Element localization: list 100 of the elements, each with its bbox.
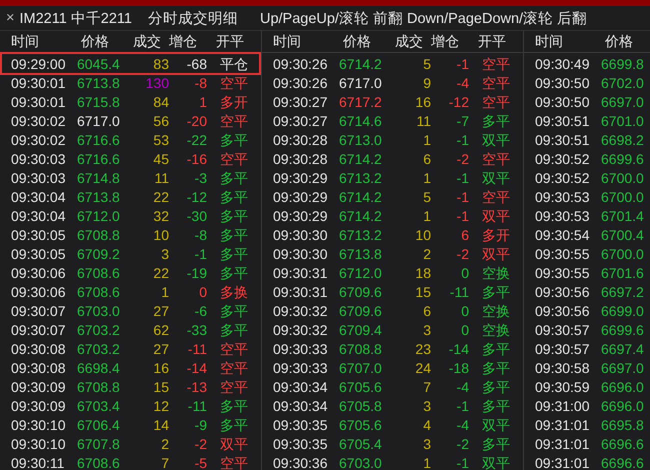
- price-cell-text: 6699.6: [601, 322, 645, 336]
- table-row[interactable]: 09:30:30 6713.8 2 -2 双平: [264, 244, 521, 263]
- table-row[interactable]: 09:30:27 6717.2 16 -12 空平: [264, 92, 521, 111]
- table-row[interactable]: 09:30:56 6697.2: [526, 282, 650, 301]
- open-interest-cell-text: -4: [456, 380, 469, 394]
- table-row[interactable]: 09:30:56 6699.0: [526, 301, 650, 320]
- time-cell-text: 09:30:34: [272, 398, 328, 412]
- table-row[interactable]: 09:30:07 6703.2 62 -33 多平: [2, 320, 259, 339]
- price-cell-text: 6700.0: [601, 190, 645, 204]
- table-row[interactable]: 09:30:57 6699.6: [526, 320, 650, 339]
- table-row[interactable]: 09:30:51 6698.2: [526, 130, 650, 149]
- table-row[interactable]: 09:30:33 6707.0 24 -18 多平: [264, 358, 521, 377]
- table-row[interactable]: 09:30:27 6714.6 11 -7 多平: [264, 111, 521, 130]
- trade-type-cell-text: 空平: [219, 456, 249, 470]
- table-row[interactable]: 09:30:36 6703.0 1 -1 双平: [264, 453, 521, 470]
- table-row[interactable]: 09:30:50 6697.0: [526, 92, 650, 111]
- trade-type-cell-text: 多平: [481, 436, 511, 450]
- table-row[interactable]: 09:31:01 6696.6: [526, 434, 650, 453]
- open-interest-cell-text: -1: [456, 208, 469, 222]
- table-row[interactable]: 09:30:05 6708.8 10 -8 多平: [2, 225, 259, 244]
- table-row[interactable]: 09:30:51 6701.0: [526, 111, 650, 130]
- table-row[interactable]: 09:30:34 6705.6 7 -4 多平: [264, 377, 521, 396]
- table-row[interactable]: 09:30:59 6696.0: [526, 377, 650, 396]
- time-cell-text: 09:30:03: [10, 170, 66, 184]
- open-interest-cell-text: 0: [460, 322, 469, 336]
- table-row[interactable]: 09:30:07 6703.0 27 -6 多平: [2, 301, 259, 320]
- table-row[interactable]: 09:30:02 6716.6 53 -22 多平: [2, 130, 259, 149]
- table-row[interactable]: 09:30:01 6715.8 84 1 多开: [2, 92, 259, 111]
- table-row[interactable]: 09:30:55 6701.6: [526, 263, 650, 282]
- column-header: 时间: [10, 32, 40, 50]
- table-row[interactable]: 09:30:54 6700.4: [526, 225, 650, 244]
- trade-type-cell-text: 多开: [481, 228, 511, 242]
- table-row[interactable]: 09:30:04 6712.0 32 -30 多平: [2, 206, 259, 225]
- table-row[interactable]: 09:30:50 6702.0: [526, 73, 650, 92]
- table-row[interactable]: 09:30:35 6705.4 3 -2 多平: [264, 434, 521, 453]
- table-row[interactable]: 09:30:28 6713.0 1 -1 双平: [264, 130, 521, 149]
- table-row[interactable]: 09:30:29 6714.2 5 -1 空平: [264, 187, 521, 206]
- table-row[interactable]: 09:30:57 6697.4: [526, 339, 650, 358]
- price-cell-text: 6045.4: [77, 56, 121, 70]
- volume-cell-text: 16: [414, 94, 431, 108]
- price-cell-text: 6714.2: [339, 208, 383, 222]
- table-row[interactable]: 09:30:01 6713.8 130 -8 空平: [2, 73, 259, 92]
- table-row[interactable]: 09:30:29 6713.2 1 -1 双平: [264, 168, 521, 187]
- trade-type-cell-text: 多平: [219, 246, 249, 260]
- volume-cell-text: 12: [152, 398, 169, 412]
- time-cell-text: 09:30:01: [10, 76, 66, 90]
- table-row[interactable]: 09:30:03 6716.6 45 -16 空平: [2, 149, 259, 168]
- table-row[interactable]: 09:30:06 6708.6 1 0 多换: [2, 282, 259, 301]
- table-row[interactable]: 09:29:00 6045.4 83 -68 平仓: [2, 54, 259, 73]
- price-cell-text: 6708.6: [77, 284, 121, 298]
- table-row[interactable]: 09:30:52 6699.6: [526, 149, 650, 168]
- table-row[interactable]: 09:30:11 6708.6 7 -5 空平: [2, 453, 259, 470]
- price-cell-text: 6703.0: [77, 304, 121, 318]
- time-cell-text: 09:30:53: [534, 190, 590, 204]
- table-row[interactable]: 09:31:00 6696.0: [526, 396, 650, 415]
- column-header: 时间: [272, 32, 302, 50]
- table-row[interactable]: 09:30:33 6708.8 23 -14 多平: [264, 339, 521, 358]
- table-row[interactable]: 09:30:32 6709.6 6 0 空换: [264, 301, 521, 320]
- price-cell-text: 6713.8: [339, 246, 383, 260]
- time-cell-text: 09:30:32: [272, 304, 328, 318]
- table-row[interactable]: 09:30:26 6714.2 5 -1 空平: [264, 54, 521, 73]
- table-row[interactable]: 09:30:09 6708.8 15 -13 空平: [2, 377, 259, 396]
- table-row[interactable]: 09:31:01 6695.8: [526, 415, 650, 434]
- table-row[interactable]: 09:30:52 6700.0: [526, 168, 650, 187]
- table-row[interactable]: 09:30:06 6708.6 22 -19 多平: [2, 263, 259, 282]
- table-row[interactable]: 09:30:10 6707.8 2 -2 双平: [2, 434, 259, 453]
- price-cell-text: 6697.0: [601, 360, 645, 374]
- trade-type-cell-text: 多平: [219, 418, 249, 432]
- table-row[interactable]: 09:30:30 6713.2 10 6 多开: [264, 225, 521, 244]
- table-row[interactable]: 09:30:53 6700.0: [526, 187, 650, 206]
- time-cell-text: 09:30:02: [10, 132, 66, 146]
- table-row[interactable]: 09:30:26 6717.0 9 -4 空平: [264, 73, 521, 92]
- table-row[interactable]: 09:30:58 6697.0: [526, 358, 650, 377]
- table-row[interactable]: 09:30:28 6714.2 6 -2 空平: [264, 149, 521, 168]
- table-row[interactable]: 09:30:49 6699.8: [526, 54, 650, 73]
- table-row[interactable]: 09:30:03 6714.8 11 -3 多平: [2, 168, 259, 187]
- table-row[interactable]: 09:30:35 6705.6 4 -4 双平: [264, 415, 521, 434]
- table-row[interactable]: 09:30:10 6706.4 14 -9 多平: [2, 415, 259, 434]
- price-cell-text: 6715.8: [77, 94, 121, 108]
- table-row[interactable]: 09:30:53 6701.4: [526, 206, 650, 225]
- table-row[interactable]: 09:30:04 6713.8 22 -12 多平: [2, 187, 259, 206]
- table-row[interactable]: 09:30:32 6709.4 3 0 空换: [264, 320, 521, 339]
- table-row[interactable]: 09:30:55 6700.0: [526, 244, 650, 263]
- table-row[interactable]: 09:30:34 6705.8 3 -1 多平: [264, 396, 521, 415]
- table-row[interactable]: 09:30:08 6698.4 16 -14 空平: [2, 358, 259, 377]
- time-cell-text: 09:30:27: [272, 114, 328, 128]
- instrument-name: IM2211 中千2211: [19, 10, 132, 28]
- table-row[interactable]: 09:30:08 6703.2 27 -11 空平: [2, 339, 259, 358]
- table-row[interactable]: 09:30:09 6703.4 12 -11 多平: [2, 396, 259, 415]
- table-row[interactable]: 09:30:05 6709.2 3 -1 多平: [2, 244, 259, 263]
- close-button[interactable]: ×: [6, 10, 14, 26]
- table-row[interactable]: 09:30:02 6717.0 56 -20 空平: [2, 111, 259, 130]
- price-cell-text: 6716.6: [77, 132, 121, 146]
- table-row[interactable]: 09:31:01 6696.6: [526, 453, 650, 470]
- table-row[interactable]: 09:30:29 6714.2 1 -1 双平: [264, 206, 521, 225]
- time-cell-text: 09:30:03: [10, 152, 66, 166]
- volume-cell-text: 1: [422, 208, 431, 222]
- table-row[interactable]: 09:30:31 6709.6 15 -11 多平: [264, 282, 521, 301]
- time-cell-text: 09:31:01: [534, 436, 590, 450]
- table-row[interactable]: 09:30:31 6712.0 18 0 空换: [264, 263, 521, 282]
